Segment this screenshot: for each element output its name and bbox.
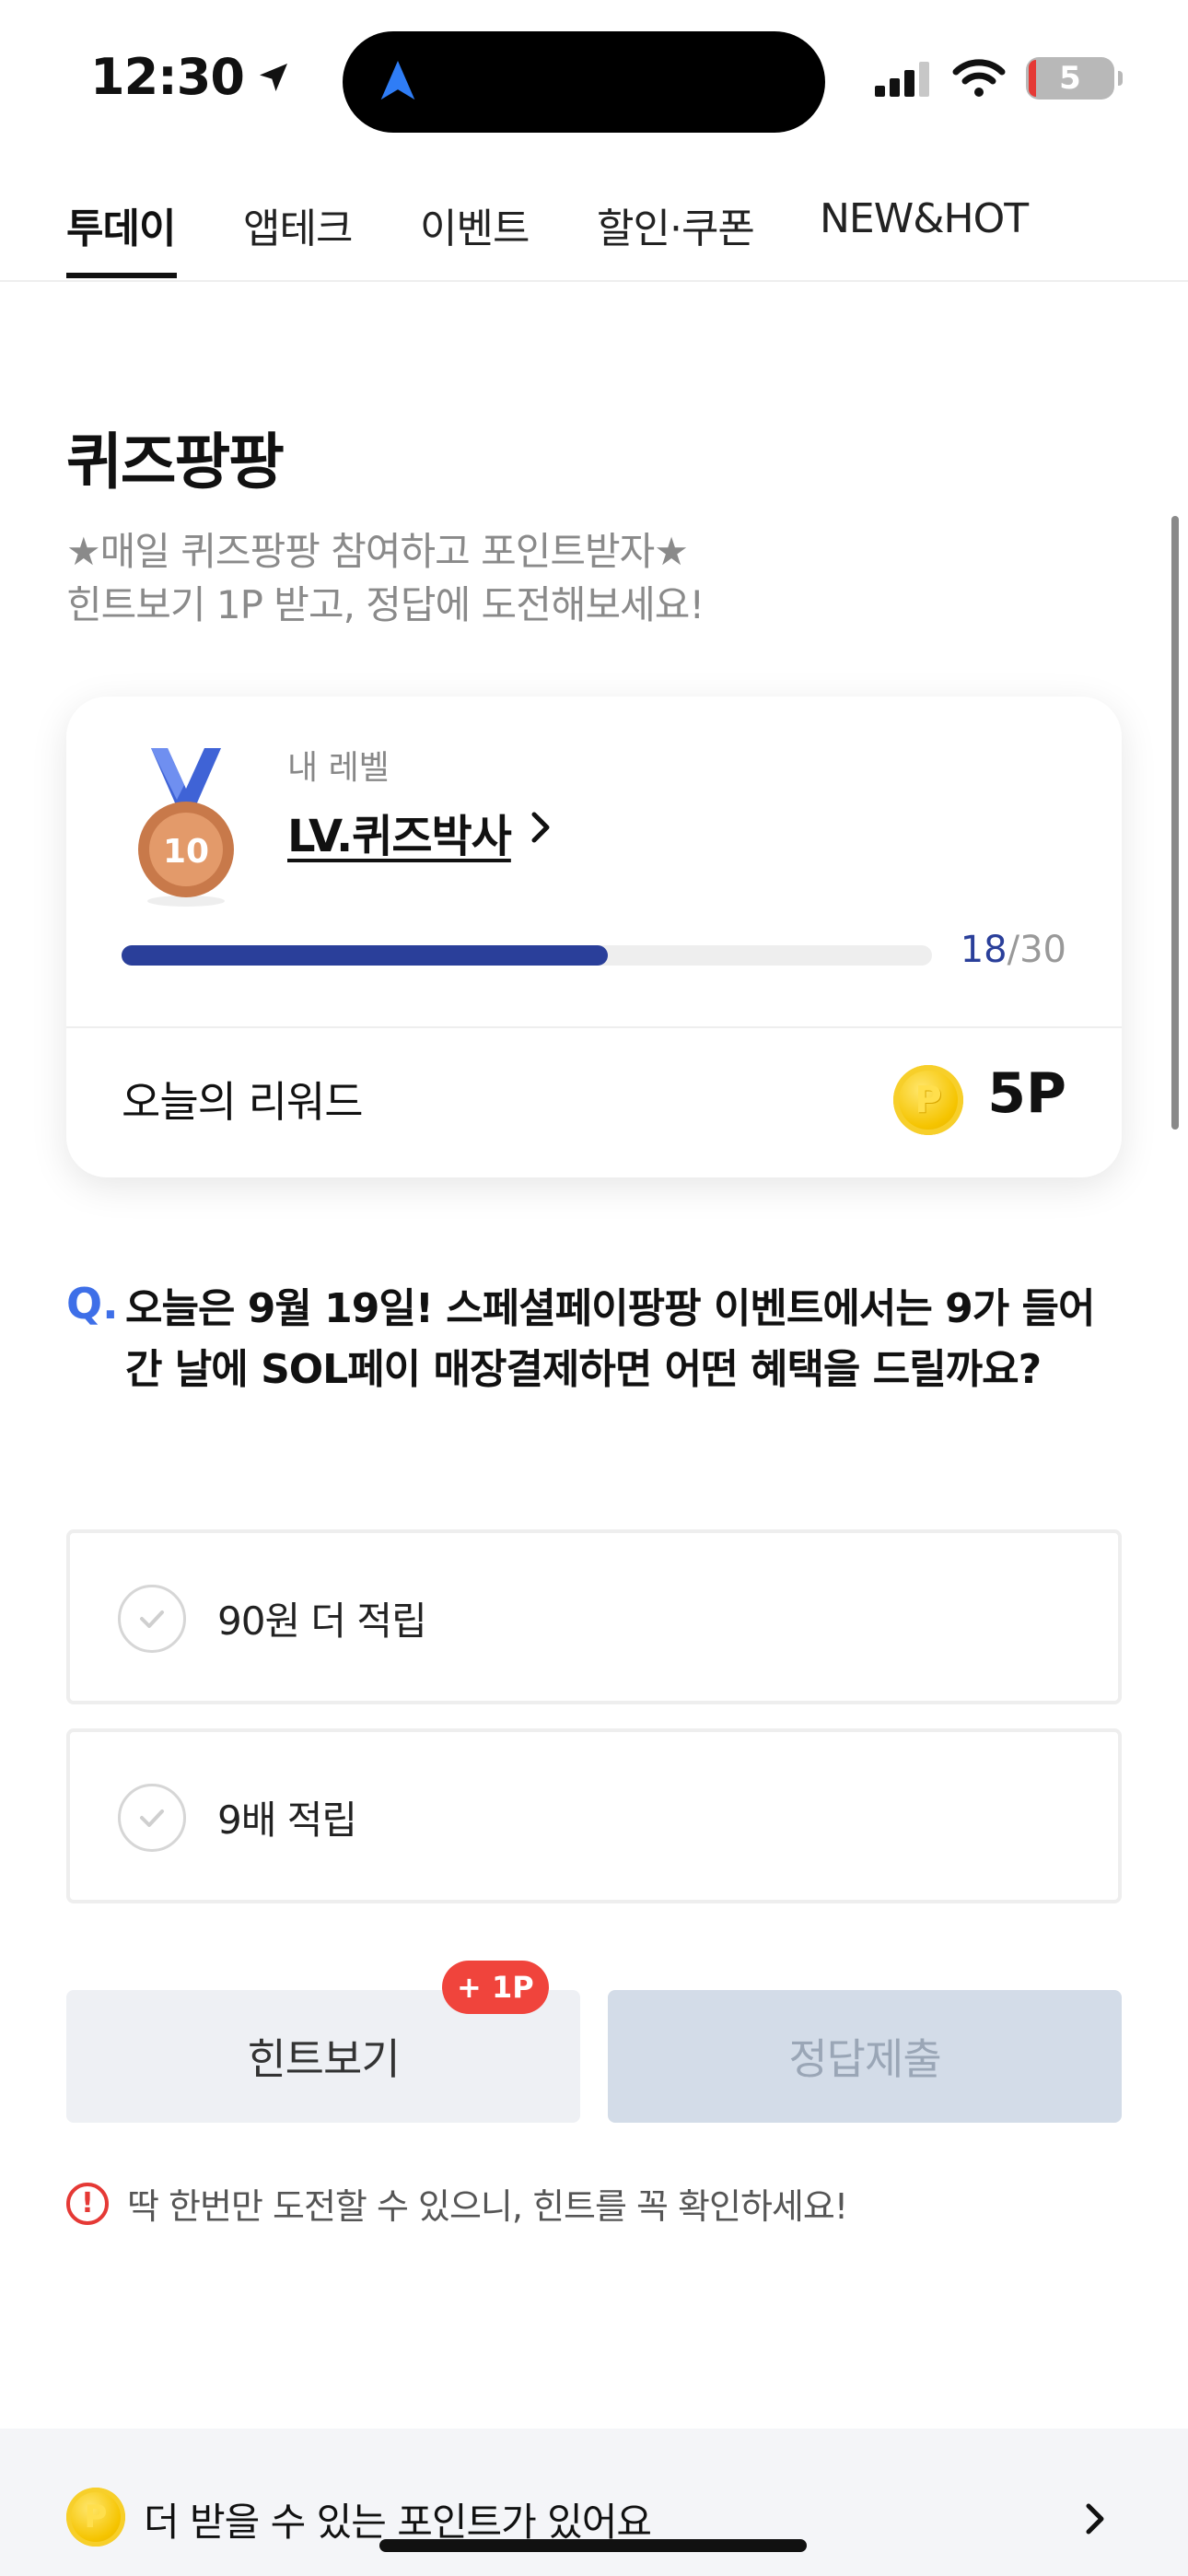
bronze-medal-icon: 10 [138,748,234,907]
tab-discount-coupon[interactable]: 할인·쿠폰 [597,195,755,254]
cellular-signal-icon [875,62,929,97]
chevron-right-icon[interactable] [1081,2499,1109,2539]
tab-apptech[interactable]: 앱테크 [243,195,353,254]
page-title: 퀴즈팡팡 [66,427,285,498]
question-mark-label: Q. [66,1279,119,1329]
location-arrow-icon [259,63,287,91]
card-divider [66,1026,1122,1028]
warning-text: 딱 한번만 도전할 수 있으니, 힌트를 꼭 확인하세요! [127,2186,848,2227]
battery-level: 5 [1059,60,1081,97]
answer-option-label: 9배 적립 [217,1797,357,1843]
level-progress-text: 18/30 [961,929,1066,971]
checkmark-icon[interactable] [118,1784,186,1852]
active-tab-indicator [66,273,177,278]
category-tabs: 투데이 앱테크 이벤트 할인·쿠폰 NEW&HOT [0,184,1188,282]
answer-option-1[interactable]: 90원 더 적립 [66,1529,1122,1704]
progress-separator: / [1007,929,1020,971]
today-reward-value: 5P [987,1061,1066,1126]
home-indicator[interactable] [379,2539,807,2552]
level-card: 10 내 레벨 LV.퀴즈박사 18/30 오늘의 리워드 P 5P [66,697,1122,1177]
level-progress-fill [122,945,608,966]
tab-new-hot[interactable]: NEW&HOT [820,195,1029,242]
wifi-icon [952,59,1006,97]
navigation-arrow-icon [380,61,415,100]
status-time: 12:30 [90,48,292,106]
description-line-2: 힌트보기 1P 받고, 정답에 도전해보세요! [66,582,705,627]
status-indicators: 5 [875,57,1123,100]
level-name-link[interactable]: LV.퀴즈박사 [287,800,512,864]
submit-answer-button[interactable]: 정답제출 [608,1990,1122,2123]
chevron-right-icon[interactable] [527,807,554,848]
hint-point-badge: + 1P [442,1961,549,2014]
time-text: 12:30 [90,48,245,106]
alert-icon: ! [66,2182,109,2225]
progress-current: 18 [960,929,1007,971]
checkmark-icon[interactable] [118,1585,186,1653]
coin-glyph: P [914,1079,942,1121]
point-coin-icon: P [893,1065,963,1135]
answer-option-2[interactable]: 9배 적립 [66,1728,1122,1903]
battery-icon: 5 [1026,57,1123,100]
dynamic-island [343,31,825,133]
point-coin-icon: P [66,2488,125,2547]
page-description: ★매일 퀴즈팡팡 참여하고 포인트받자★ 힌트보기 1P 받고, 정답에 도전해… [66,525,705,632]
answer-option-label: 90원 더 적립 [217,1598,427,1644]
scrollbar[interactable] [1171,516,1179,1130]
question-text: 오늘은 9월 19일! 스페셜페이팡팡 이벤트에서는 9가 들어간 날에 SOL… [125,1285,1096,1393]
status-bar: 12:30 5 [0,0,1188,157]
description-line-1: ★매일 퀴즈팡팡 참여하고 포인트받자★ [66,529,689,574]
today-reward-label: 오늘의 리워드 [122,1077,364,1127]
warning-notice: ! 딱 한번만 도전할 수 있으니, 힌트를 꼭 확인하세요! [66,2178,848,2229]
tab-today[interactable]: 투데이 [66,195,176,254]
level-progress-bar [122,945,932,966]
medal-number: 10 [163,833,209,871]
my-level-label: 내 레벨 [287,749,390,787]
tab-event[interactable]: 이벤트 [420,195,530,254]
progress-max: 30 [1019,929,1066,971]
